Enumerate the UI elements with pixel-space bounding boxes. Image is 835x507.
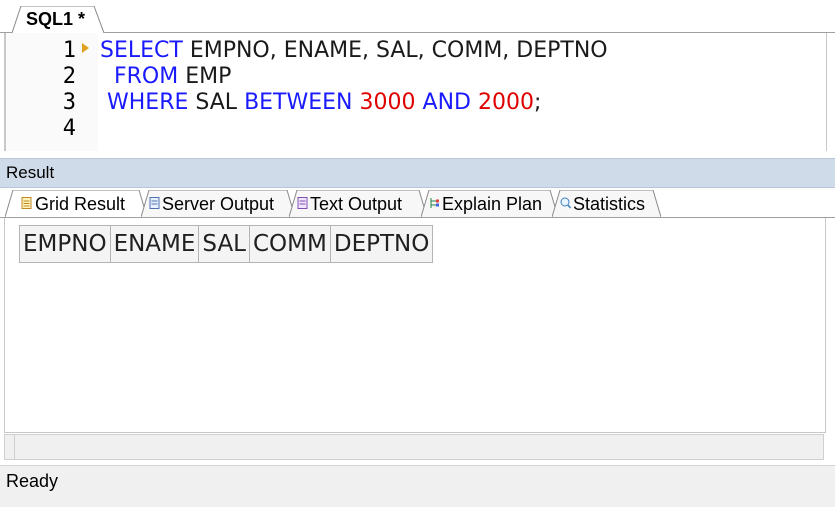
sql-keyword: SELECT xyxy=(100,38,183,63)
code-line: FROM EMP xyxy=(100,64,231,90)
sql-keyword: BETWEEN xyxy=(244,90,353,115)
column-header-sal[interactable]: SAL xyxy=(198,225,250,263)
server-output-icon xyxy=(149,197,160,209)
line-number: 2 xyxy=(62,64,76,89)
sql-text: SAL xyxy=(188,90,245,115)
statistics-icon xyxy=(560,197,571,209)
status-text: Ready xyxy=(6,471,59,491)
tab-label: Statistics xyxy=(573,194,646,214)
grid-result-icon xyxy=(21,197,32,209)
scrollbar-left-segment xyxy=(5,435,15,459)
column-header-empno[interactable]: EMPNO xyxy=(19,225,111,263)
tab-label: Server Output xyxy=(162,194,275,214)
column-header-deptno[interactable]: DEPTNO xyxy=(329,225,434,263)
code-line: WHERE SAL BETWEEN 3000 AND 2000; xyxy=(100,90,541,116)
result-grid-area[interactable]: EMPNO ENAME SAL COMM DEPTNO xyxy=(4,218,826,433)
editor-tab-strip: SQL1 * xyxy=(0,0,835,33)
sql-text: ; xyxy=(533,90,542,115)
sql-number: 3000 xyxy=(359,90,416,115)
status-bar: Ready xyxy=(0,465,835,507)
tab-statistics[interactable]: Statistics xyxy=(552,190,661,217)
explain-plan-icon xyxy=(430,198,439,208)
sql-editor[interactable]: 1 2 3 4 SELECT EMPNO, ENAME, SAL, COMM, … xyxy=(4,33,827,151)
tab-sql1[interactable]: SQL1 * xyxy=(12,6,104,33)
sql-number: 2000 xyxy=(477,90,534,115)
tab-sql1-label: SQL1 * xyxy=(26,9,86,29)
grid-header-row: EMPNO ENAME SAL COMM DEPTNO xyxy=(19,225,434,263)
result-grid: EMPNO ENAME SAL COMM DEPTNO xyxy=(19,225,434,263)
sql-keyword: WHERE xyxy=(100,90,189,115)
tab-label: Text Output xyxy=(310,194,403,214)
column-header-comm[interactable]: COMM xyxy=(249,225,331,263)
tab-text-output[interactable]: Text Output xyxy=(289,190,427,217)
column-header-ename[interactable]: ENAME xyxy=(109,225,200,263)
result-panel-title: Result xyxy=(6,163,55,182)
result-horizontal-scrollbar[interactable] xyxy=(4,434,824,460)
sql-keyword: AND xyxy=(422,90,471,115)
tab-server-output[interactable]: Server Output xyxy=(141,190,295,217)
text-output-icon xyxy=(297,197,308,209)
sql-keyword: FROM xyxy=(100,64,179,89)
result-tab-strip: Grid Result Server Output Text Output Ex… xyxy=(0,188,835,218)
code-line: SELECT EMPNO, ENAME, SAL, COMM, DEPTNO xyxy=(100,38,608,64)
tab-label: Explain Plan xyxy=(442,194,543,214)
line-number: 3 xyxy=(62,90,76,115)
tab-label: Grid Result xyxy=(35,194,126,214)
sql-text: EMP xyxy=(178,64,232,89)
line-number: 4 xyxy=(62,116,76,141)
sql-text: EMPNO, ENAME, SAL, COMM, DEPTNO xyxy=(182,38,608,63)
current-line-arrow-icon xyxy=(82,43,89,53)
tab-explain-plan[interactable]: Explain Plan xyxy=(421,190,558,217)
tab-grid-result[interactable]: Grid Result xyxy=(5,190,147,217)
line-number: 1 xyxy=(62,38,76,63)
result-panel-header: Result xyxy=(0,158,835,188)
